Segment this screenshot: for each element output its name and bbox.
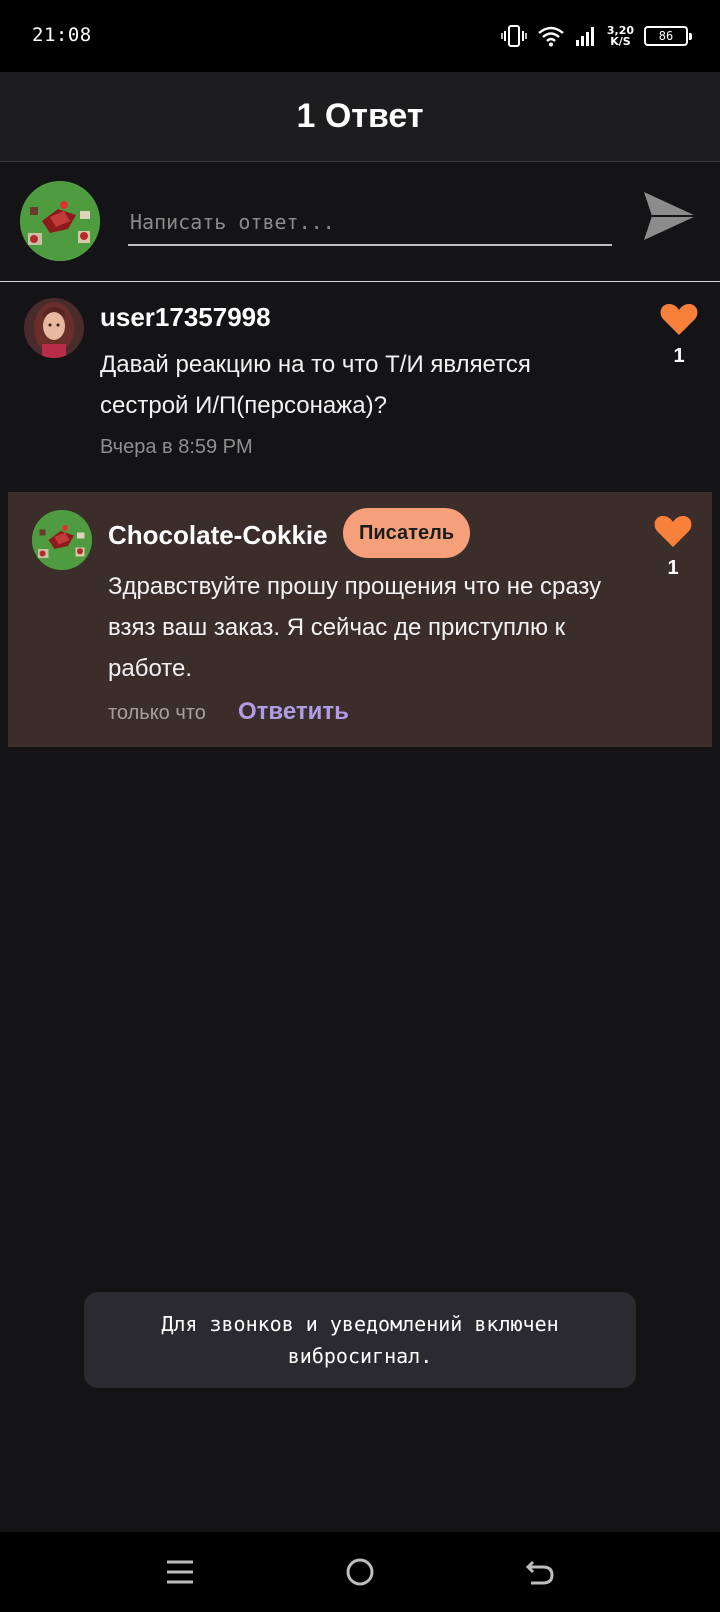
menu-icon [167, 1560, 193, 1584]
header: 1 Ответ [0, 72, 720, 162]
writer-badge: Писатель [343, 508, 471, 558]
network-speed-unit: K/S [610, 35, 631, 48]
system-nav-bar [0, 1532, 720, 1612]
page-title: 1 Ответ [296, 97, 424, 135]
comment-username[interactable]: Chocolate-Cokkie [108, 520, 328, 551]
heart-icon [654, 516, 692, 547]
like-button[interactable]: 1 [656, 302, 702, 368]
send-icon [644, 192, 696, 240]
avatar[interactable] [32, 510, 92, 570]
comment-timestamp: Вчера в 8:59 PM [100, 436, 253, 458]
menu-button[interactable] [160, 1552, 200, 1592]
comment-username[interactable]: user17357998 [100, 302, 271, 333]
vibrate-icon [501, 24, 527, 48]
network-speed: 3,20 K/S [607, 25, 634, 47]
home-icon [346, 1558, 374, 1586]
toast-text: Для звонков и уведомлений включен виброс… [161, 1312, 559, 1368]
toast-notification: Для звонков и уведомлений включен виброс… [84, 1292, 636, 1388]
comment: user17357998 Давай реакцию на то что Т/И… [0, 282, 720, 492]
heart-icon [660, 304, 698, 335]
reply-comment: Chocolate-Cokkie Писатель Здравствуйте п… [8, 492, 712, 747]
home-button[interactable] [340, 1552, 380, 1592]
status-icons: 3,20 K/S 86 [501, 20, 692, 52]
comment-text: Давай реакцию на то что Т/И является сес… [100, 351, 531, 419]
status-time: 21:08 [32, 24, 92, 46]
battery-level: 86 [658, 29, 674, 43]
avatar[interactable] [24, 298, 84, 358]
back-icon [525, 1560, 554, 1585]
avatar[interactable] [20, 181, 100, 261]
comment-text: Здравствуйте прошу прощения что не сразу… [108, 573, 602, 682]
wifi-icon [537, 25, 565, 47]
send-button[interactable] [640, 186, 700, 246]
status-bar: 21:08 3,20 K/S 86 [0, 0, 720, 72]
like-button[interactable]: 1 [650, 514, 696, 580]
reply-composer [0, 162, 720, 282]
back-button[interactable] [520, 1552, 560, 1592]
reply-link[interactable]: Ответить [238, 698, 349, 726]
comment-timestamp: только что [108, 702, 206, 724]
signal-icon [575, 25, 597, 47]
like-count: 1 [667, 557, 679, 579]
reply-input[interactable] [128, 200, 612, 246]
like-count: 1 [673, 345, 685, 367]
battery-icon: 86 [644, 26, 692, 46]
